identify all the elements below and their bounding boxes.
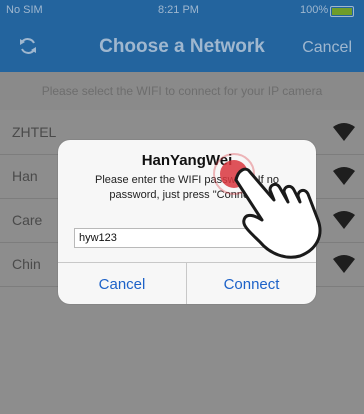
wifi-icon [333,167,355,185]
clock-label: 8:21 PM [158,4,199,16]
wifi-icon [333,211,355,229]
battery-label: 100% [300,4,329,16]
battery-icon [330,6,354,17]
tap-hand-icon [213,153,322,259]
nav-cancel-button[interactable]: Cancel [302,39,352,57]
instruction-text: Please select the WIFI to connect for yo… [41,84,323,98]
network-name: ZHTEL [12,124,57,140]
carrier-label: No SIM [6,4,43,16]
network-name: Han [12,168,38,184]
cancel-button[interactable]: Cancel [58,263,187,304]
wifi-icon [333,123,355,141]
wifi-icon [333,255,355,273]
navigation-bar: Choose a Network Cancel [0,20,364,72]
network-name: Chin [12,256,41,272]
network-name: Care [12,212,43,228]
status-bar: No SIM 8:21 PM 100% [0,0,364,20]
